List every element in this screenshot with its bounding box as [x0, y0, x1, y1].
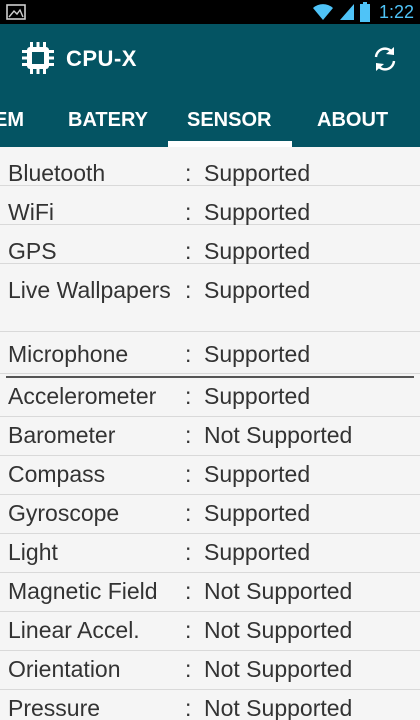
separator: : [185, 160, 192, 186]
sensor-name: Compass [8, 461, 106, 487]
sensor-status: Not Supported [204, 695, 353, 720]
sensor-status: Not Supported [204, 578, 353, 604]
sensor-name: Gyroscope [8, 500, 120, 526]
list-item: Bluetooth : Supported [0, 147, 420, 186]
list-item: Pressure : Not Supported [0, 690, 420, 720]
sensor-status: Not Supported [204, 617, 353, 643]
sensor-status: Supported [204, 461, 311, 487]
separator: : [185, 500, 192, 526]
sensor-name: Magnetic Field [8, 578, 158, 604]
list-item: GPS : Supported [0, 225, 420, 264]
separator: : [185, 277, 192, 303]
list-item: Orientation : Not Supported [0, 651, 420, 690]
list-item: WiFi : Supported [0, 186, 420, 225]
list-item: Barometer : Not Supported [0, 417, 420, 456]
feature-name: Bluetooth [8, 160, 106, 186]
refresh-icon[interactable] [370, 44, 400, 74]
separator: : [185, 461, 192, 487]
tab-bar: EM BATERY SENSOR ABOUT [0, 94, 420, 147]
feature-name: Live Wallpapers [8, 277, 171, 303]
feature-status: Supported [204, 160, 311, 186]
feature-name: WiFi [8, 199, 54, 225]
sensor-status: Not Supported [204, 422, 353, 448]
sensor-status: Not Supported [204, 656, 353, 682]
feature-name: GPS [8, 238, 57, 264]
battery-icon [359, 2, 370, 22]
list-item: Linear Accel. : Not Supported [0, 612, 420, 651]
list-item: Live Wallpapers : Supported [0, 264, 420, 332]
app-bar: CPU-X [0, 24, 420, 94]
image-icon [6, 4, 26, 20]
list-item: Light : Supported [0, 534, 420, 573]
sensor-name: Linear Accel. [8, 617, 140, 643]
sensor-status: Supported [204, 500, 311, 526]
sensor-list: Bluetooth : Supported WiFi : Supported G… [0, 147, 420, 720]
tab-system[interactable]: EM [0, 94, 24, 147]
sensor-name: Orientation [8, 656, 121, 682]
wifi-icon [312, 4, 333, 20]
separator: : [185, 617, 192, 643]
sensor-status: Supported [204, 539, 311, 565]
status-bar: 1:22 [0, 0, 420, 24]
separator: : [185, 199, 192, 225]
sensor-status: Supported [204, 383, 311, 409]
sensor-name: Light [8, 539, 58, 565]
list-item: Microphone : Supported [0, 332, 420, 374]
separator: : [185, 422, 192, 448]
separator: : [185, 695, 192, 720]
tab-battery[interactable]: BATERY [68, 94, 148, 147]
feature-status: Supported [204, 199, 311, 225]
tab-about[interactable]: ABOUT [317, 94, 388, 147]
separator: : [185, 238, 192, 264]
signal-icon [339, 4, 354, 20]
feature-status: Supported [204, 238, 311, 264]
feature-status: Supported [204, 341, 311, 367]
separator: : [185, 656, 192, 682]
list-item: Magnetic Field : Not Supported [0, 573, 420, 612]
separator: : [185, 383, 192, 409]
separator: : [185, 539, 192, 565]
list-item: Compass : Supported [0, 456, 420, 495]
status-time: 1:22 [378, 1, 414, 22]
sensor-name: Pressure [8, 695, 101, 720]
list-item: Gyroscope : Supported [0, 495, 420, 534]
sensor-name: Accelerometer [8, 383, 157, 409]
sensor-name: Barometer [8, 422, 116, 448]
separator: : [185, 341, 192, 367]
app-title: CPU-X [66, 46, 137, 71]
feature-status: Supported [204, 277, 311, 303]
separator: : [185, 578, 192, 604]
feature-name: Microphone [8, 341, 129, 367]
cpu-chip-icon [22, 42, 54, 74]
list-item: Accelerometer : Supported [0, 378, 420, 417]
tab-sensor[interactable]: SENSOR [187, 94, 271, 147]
